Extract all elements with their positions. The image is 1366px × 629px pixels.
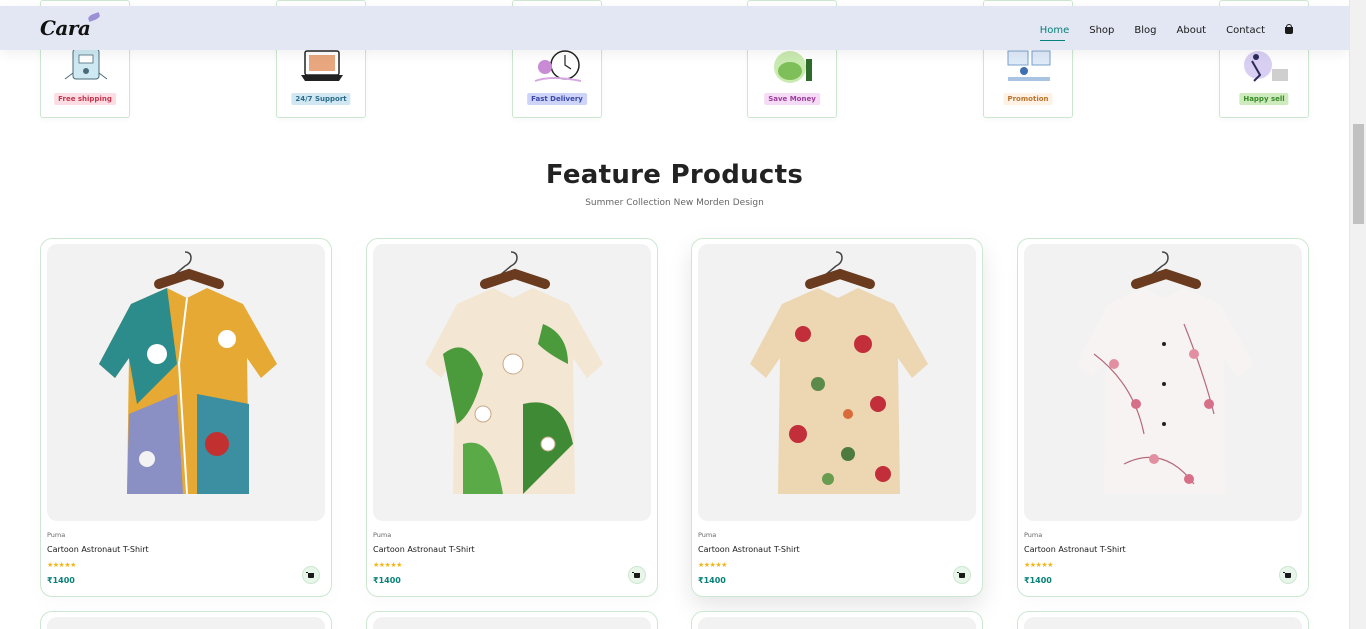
feature-label: Promotion [1003,93,1053,105]
product-card[interactable]: Puma Cartoon Astronaut T-Shirt ★★★★★ ₹14… [366,238,658,597]
product-brand: Puma [698,531,717,539]
product-card[interactable] [40,611,332,629]
site-logo[interactable]: Cara [40,12,102,40]
product-card[interactable] [1017,611,1309,629]
cart-icon [306,571,314,578]
cart-icon [632,571,640,578]
piggy-bank-illustration [774,51,812,83]
nav-blog[interactable]: Blog [1134,25,1156,39]
product-image[interactable] [373,617,651,629]
feature-label: Happy sell [1239,93,1289,105]
feature-label: Fast Delivery [527,93,587,105]
product-image[interactable] [47,617,325,629]
product-brand: Puma [47,531,66,539]
nav-about[interactable]: About [1177,25,1207,39]
scrollbar-thumb[interactable] [1353,124,1364,224]
free-shipping-illustration [64,48,108,80]
product-price: ₹1400 [1024,576,1052,585]
product-card[interactable] [366,611,658,629]
feature-label: Free shipping [54,93,116,105]
product-rating-stars: ★★★★★ [1024,561,1053,569]
shirt-image-green-floral [425,251,603,494]
product-image[interactable] [698,244,976,521]
product-card[interactable]: Puma Cartoon Astronaut T-Shirt ★★★★★ ₹14… [1017,238,1309,597]
product-price: ₹1400 [698,576,726,585]
product-price: ₹1400 [373,576,401,585]
cart-icon [957,571,965,578]
nav-shop[interactable]: Shop [1089,25,1114,39]
logo-leaf-icon [87,12,102,22]
section-title: Feature Products [545,160,804,190]
product-image[interactable] [373,244,651,521]
main-nav: Home Shop Blog About Contact [1020,18,1293,41]
shirt-image-red-floral [750,251,928,494]
product-name[interactable]: Cartoon Astronaut T-Shirt [373,545,475,554]
product-image[interactable] [698,617,976,629]
nav-contact[interactable]: Contact [1226,25,1265,39]
product-card[interactable]: Puma Cartoon Astronaut T-Shirt ★★★★★ ₹14… [40,238,332,597]
promotion-illustration [1007,50,1051,81]
product-name[interactable]: Cartoon Astronaut T-Shirt [47,545,149,554]
vertical-scrollbar[interactable] [1349,0,1366,629]
fast-delivery-clock-illustration [534,50,582,82]
product-image[interactable] [1024,617,1302,629]
product-brand: Puma [373,531,392,539]
feature-label: 24/7 Support [291,93,351,105]
section-subtitle: Summer Collection New Morden Design [585,198,764,208]
add-to-cart-button[interactable] [302,566,320,584]
add-to-cart-button[interactable] [953,566,971,584]
product-image[interactable] [1024,244,1302,521]
add-to-cart-button[interactable] [628,566,646,584]
product-price: ₹1400 [47,576,75,585]
product-image[interactable] [47,244,325,521]
product-name[interactable]: Cartoon Astronaut T-Shirt [698,545,800,554]
happy-sell-illustration [1244,51,1288,82]
product-rating-stars: ★★★★★ [698,561,727,569]
product-name[interactable]: Cartoon Astronaut T-Shirt [1024,545,1126,554]
site-header: Cara Home Shop Blog About Contact [0,6,1349,50]
product-rating-stars: ★★★★★ [47,561,76,569]
product-brand: Puma [1024,531,1043,539]
cart-icon [1283,571,1291,578]
feature-label: Save Money [764,93,820,105]
product-card[interactable]: Puma Cartoon Astronaut T-Shirt ★★★★★ ₹14… [691,238,983,597]
nav-cart[interactable] [1285,23,1293,39]
shirt-image-colorful-abstract [99,251,277,495]
product-rating-stars: ★★★★★ [373,561,402,569]
support-laptop-illustration [301,50,343,81]
product-card[interactable] [691,611,983,629]
page: Free shipping 24/7 Support Fast Delivery [0,0,1366,629]
shirt-image-pink-blossom [1076,251,1254,494]
nav-home[interactable]: Home [1039,25,1069,41]
bag-icon [1285,23,1293,34]
add-to-cart-button[interactable] [1279,566,1297,584]
